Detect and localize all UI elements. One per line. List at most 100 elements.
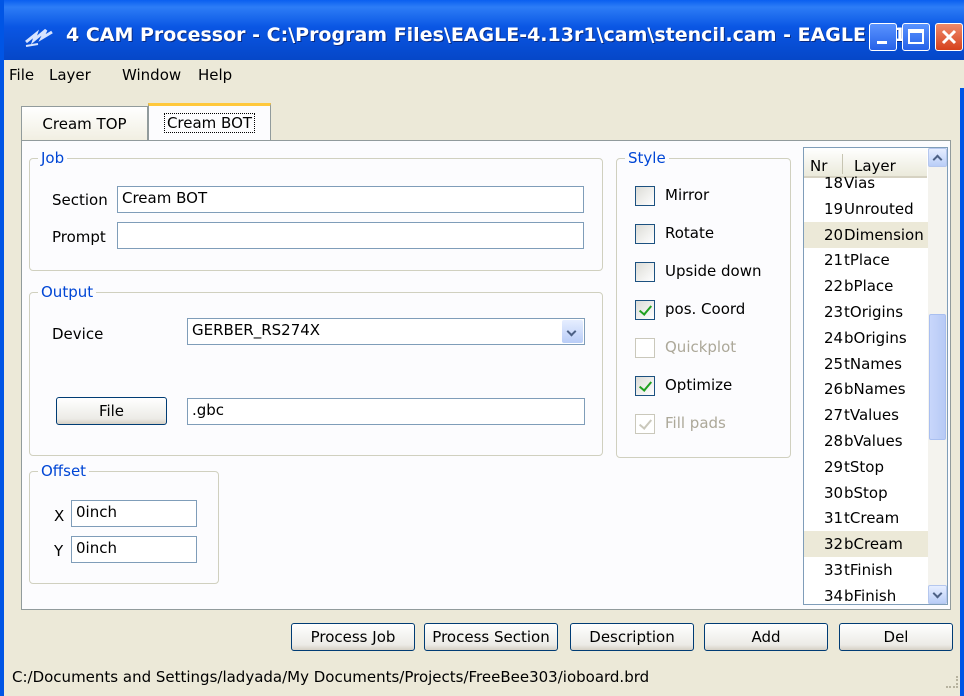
resize-grip-icon[interactable]	[946, 676, 958, 688]
status-bar: C:/Documents and Settings/ladyada/My Doc…	[8, 662, 964, 692]
style-group-label: Style	[625, 149, 669, 167]
minimize-button[interactable]	[869, 23, 897, 51]
layer-number: 32	[824, 535, 844, 554]
device-value: GERBER_RS274X	[192, 321, 321, 339]
mirror-label[interactable]: Mirror	[665, 186, 709, 204]
menu-window[interactable]: Window	[122, 66, 181, 84]
layer-row[interactable]: 27 tValues	[804, 402, 929, 428]
layer-number: 21	[824, 251, 844, 270]
layer-row[interactable]: 32 bCream	[804, 531, 929, 558]
pos-coord-checkbox[interactable]	[635, 300, 655, 320]
layer-list[interactable]: Nr Layer 18 Vias 19 Unrouted 20 Dimension 21 tP…	[803, 147, 948, 605]
add-button[interactable]: Add	[704, 623, 828, 651]
layer-number: 18	[824, 174, 844, 192]
layer-row[interactable]: 21 tPlace	[804, 247, 929, 273]
layer-row[interactable]: 26 bNames	[804, 376, 929, 402]
job-group: Job	[29, 149, 603, 271]
section-label: Section	[52, 191, 108, 209]
quickplot-label[interactable]: Quickplot	[665, 338, 736, 356]
device-select[interactable]: GERBER_RS274X	[187, 318, 585, 345]
file-input[interactable]: .gbc	[187, 398, 585, 425]
layer-number: 20	[824, 225, 844, 244]
layer-name: tOrigins	[844, 303, 904, 321]
layer-name: bPlace	[844, 277, 894, 296]
layer-row[interactable]: 31 tCream	[804, 505, 929, 531]
layer-number: 28	[824, 432, 844, 450]
rotate-label[interactable]: Rotate	[665, 224, 714, 242]
layer-number: 27	[824, 406, 844, 425]
pos-coord-label[interactable]: pos. Coord	[665, 300, 745, 318]
upside-down-label[interactable]: Upside down	[665, 262, 761, 280]
layer-row[interactable]: 20 Dimension	[804, 221, 929, 248]
close-button[interactable]	[935, 23, 963, 51]
layer-name: tNames	[844, 354, 902, 373]
layer-row[interactable]: 34 bFinish	[804, 583, 929, 605]
layer-row[interactable]: 33 tFinish	[804, 557, 929, 583]
quickplot-checkbox[interactable]	[635, 338, 655, 358]
layer-name: bOrigins	[844, 328, 907, 347]
layer-row[interactable]: 30 bStop	[804, 480, 929, 506]
layer-number: 22	[824, 277, 844, 296]
rotate-checkbox[interactable]	[635, 224, 655, 244]
layer-number: 26	[824, 380, 844, 399]
tab-cream-top[interactable]: Cream TOP	[21, 106, 148, 140]
device-label: Device	[52, 325, 104, 343]
layer-row[interactable]: 23 tOrigins	[804, 299, 929, 325]
tab-cream-bot[interactable]: Cream BOT	[148, 103, 271, 140]
menu-layer[interactable]: Layer	[49, 66, 91, 84]
layer-list-scrollbar[interactable]	[928, 148, 947, 604]
offset-x-label: X	[54, 507, 65, 525]
layer-row[interactable]: 25 tNames	[804, 351, 929, 377]
scroll-up-icon[interactable]	[928, 148, 947, 167]
layer-row[interactable]: 22 bPlace	[804, 273, 929, 299]
eagle-app-icon	[25, 28, 53, 47]
close-icon	[941, 29, 957, 45]
fill-pads-label[interactable]: Fill pads	[665, 414, 726, 432]
menu-help[interactable]: Help	[198, 66, 232, 84]
menu-file[interactable]: File	[9, 66, 34, 84]
tab-label: Cream BOT	[163, 113, 256, 133]
layer-name: bFinish	[844, 586, 897, 605]
output-group: Output	[29, 283, 603, 456]
prompt-label: Prompt	[52, 228, 106, 246]
prompt-input[interactable]	[117, 222, 584, 249]
optimize-label[interactable]: Optimize	[665, 376, 732, 394]
section-input[interactable]: Cream BOT	[117, 186, 584, 213]
description-button[interactable]: Description	[570, 623, 694, 651]
process-section-button[interactable]: Process Section	[424, 623, 558, 651]
layer-row[interactable]: 19 Unrouted	[804, 196, 929, 222]
maximize-button[interactable]	[902, 23, 930, 51]
layer-row[interactable]: 28 bValues	[804, 428, 929, 454]
layer-name: bStop	[844, 483, 888, 502]
offset-group-label: Offset	[38, 462, 90, 480]
layer-name: tFinish	[844, 561, 893, 579]
upside-down-checkbox[interactable]	[635, 262, 655, 282]
scroll-thumb[interactable]	[929, 314, 946, 440]
file-button[interactable]: File	[56, 397, 167, 425]
window-title: 4 CAM Processor - C:\Program Files\EAGLE…	[66, 24, 928, 46]
optimize-checkbox[interactable]	[635, 376, 655, 396]
offset-x-input[interactable]: 0inch	[71, 500, 197, 527]
layer-number: 25	[824, 354, 844, 373]
job-group-label: Job	[38, 149, 68, 167]
offset-y-label: Y	[54, 542, 64, 560]
layer-name: Unrouted	[844, 199, 914, 218]
chevron-down-icon[interactable]	[562, 320, 583, 343]
layer-number: 33	[824, 561, 844, 579]
del-button[interactable]: Del	[839, 623, 953, 651]
fill-pads-checkbox[interactable]	[635, 414, 655, 434]
layer-row[interactable]: 24 bOrigins	[804, 325, 929, 351]
layer-number: 19	[824, 199, 844, 218]
layer-name: Dimension	[844, 225, 924, 244]
layer-row[interactable]: 18 Vias	[804, 170, 929, 196]
offset-group: Offset	[29, 462, 219, 584]
process-job-button[interactable]: Process Job	[291, 623, 415, 651]
layer-name: tPlace	[844, 251, 890, 270]
offset-y-input[interactable]: 0inch	[71, 536, 197, 563]
layer-name: tValues	[844, 406, 899, 425]
layer-name: bNames	[844, 380, 906, 399]
mirror-checkbox[interactable]	[635, 186, 655, 206]
layer-row[interactable]: 29 tStop	[804, 454, 929, 480]
title-bar[interactable]: 4 CAM Processor - C:\Program Files\EAGLE…	[4, 0, 964, 60]
scroll-down-icon[interactable]	[928, 585, 947, 604]
